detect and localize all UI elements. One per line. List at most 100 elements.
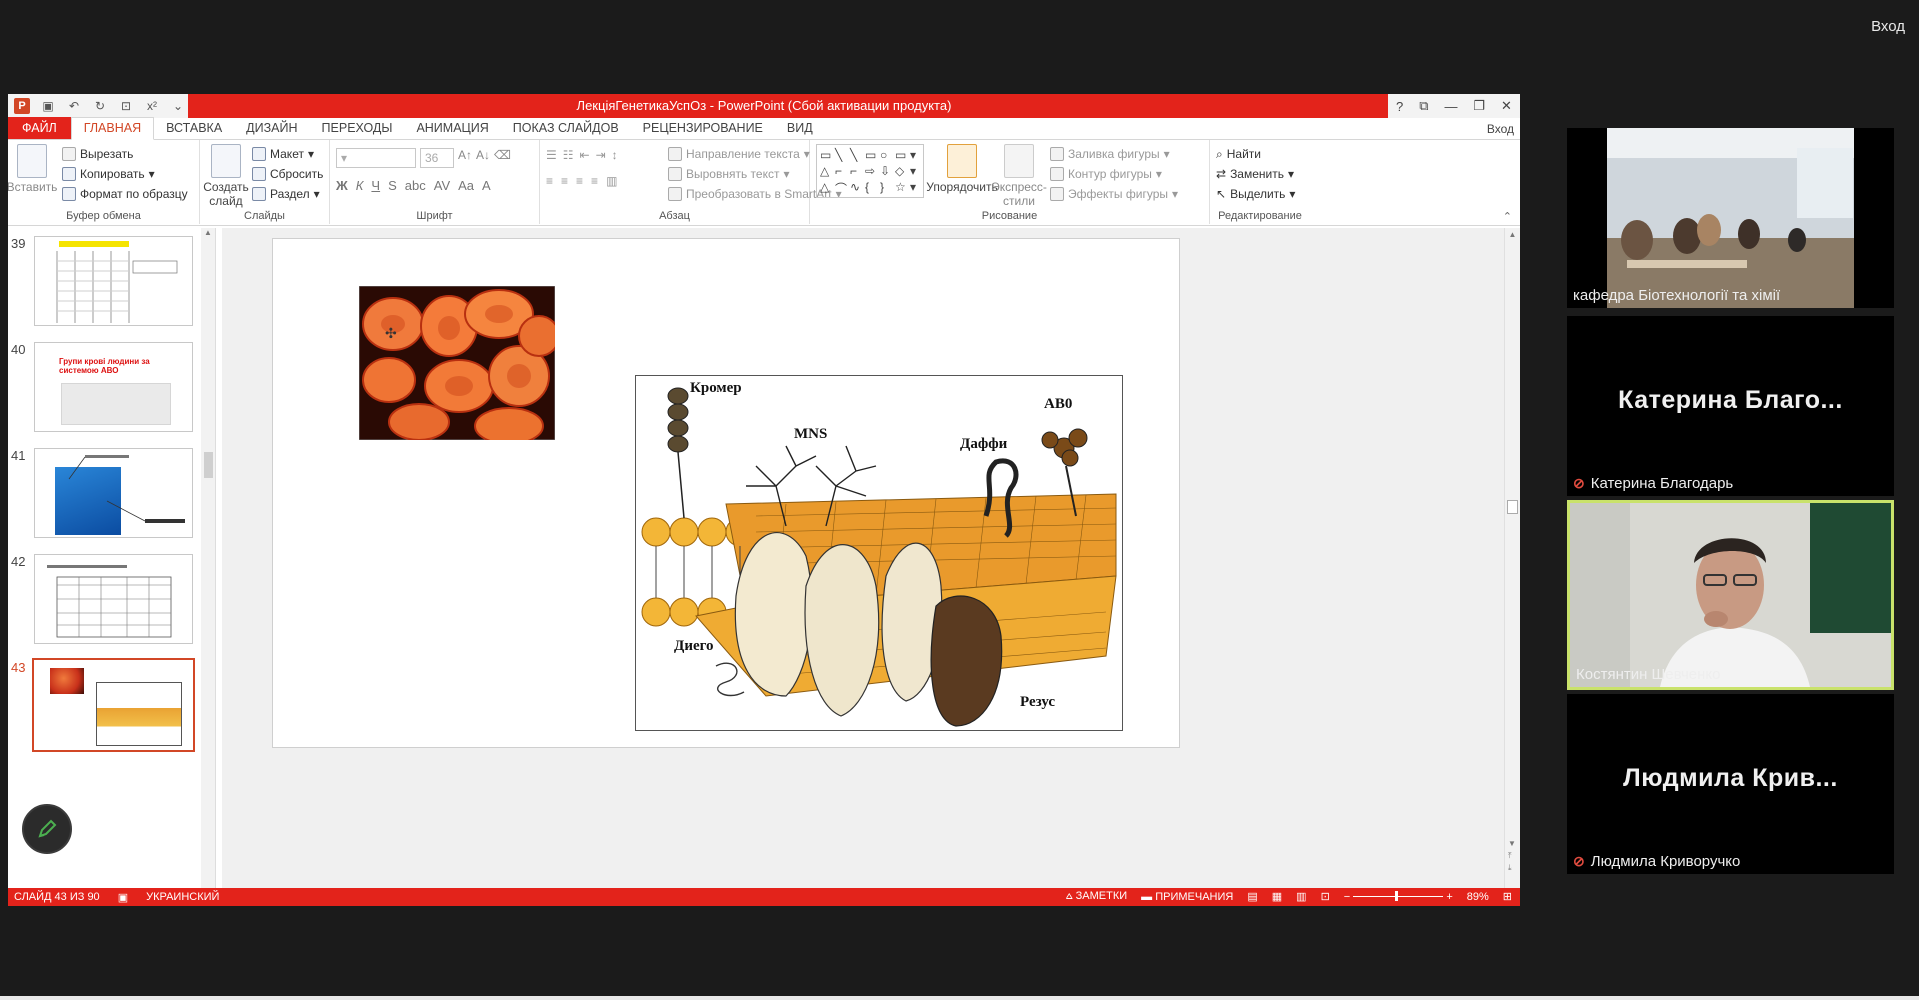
participant-tile-liudmyla[interactable]: Людмила Крив... ⊘ Людмила Криворучко (1567, 694, 1894, 874)
shadow-icon[interactable]: S (388, 178, 397, 193)
thumbnail-card[interactable] (34, 448, 193, 538)
thumbnail-card[interactable]: Групи крові людини за системою АВО (34, 342, 193, 432)
restore-button[interactable]: ❐ (1473, 98, 1485, 114)
fit-to-window-icon[interactable]: ⊞ (1503, 890, 1512, 903)
slide-sorter-icon[interactable]: ▦ (1272, 890, 1282, 903)
paste-button[interactable]: Вставить (8, 144, 57, 194)
thumbnail-card[interactable] (34, 554, 193, 644)
meeting-login-button[interactable]: Вход (1871, 18, 1905, 35)
replace-button[interactable]: ⇄ Заменить ▾ (1216, 164, 1304, 184)
font-name-box[interactable]: ▾ (336, 148, 416, 168)
thumbnail-card[interactable] (34, 236, 193, 326)
language-indicator[interactable]: УКРАИНСКИЙ (146, 891, 219, 903)
red-blood-cells-image[interactable]: ✣ (359, 286, 555, 440)
increase-indent-icon[interactable]: ⇥ (596, 148, 606, 162)
current-slide[interactable]: ✣ Кромер MNS АВ0 Даффи Диего Резус (272, 238, 1180, 748)
sign-in-link[interactable]: Вход (1487, 122, 1514, 136)
font-color-icon[interactable]: A (482, 178, 491, 193)
shrink-font-icon[interactable]: A↓ (476, 148, 490, 168)
redo-icon[interactable]: ↻ (92, 98, 108, 114)
start-presentation-icon[interactable]: ⊡ (118, 98, 134, 114)
tab-insert[interactable]: ВСТАВКА (154, 121, 234, 139)
slide-scrollbar[interactable]: ▲ ▼ ⤒ ⤓ (1504, 228, 1520, 888)
reset-button[interactable]: Сбросить (252, 164, 323, 184)
bullets-icon[interactable]: ☰ (546, 148, 557, 162)
spellcheck-icon[interactable]: ▣ (118, 891, 128, 904)
tab-animations[interactable]: АНИМАЦИЯ (404, 121, 500, 139)
close-button[interactable]: ✕ (1501, 98, 1512, 114)
tab-review[interactable]: РЕЦЕНЗИРОВАНИЕ (631, 121, 775, 139)
layout-button[interactable]: Макет ▾ (252, 144, 323, 164)
slideshow-view-icon[interactable]: ⊡ (1321, 890, 1330, 903)
strikethrough-icon[interactable]: abc (405, 178, 426, 193)
align-left-icon[interactable]: ≡ (546, 174, 553, 188)
tab-view[interactable]: ВИД (775, 121, 825, 139)
thumbnail-card-current[interactable] (32, 658, 195, 752)
thumbnail-42[interactable]: 42 (8, 554, 198, 664)
tab-transitions[interactable]: ПЕРЕХОДЫ (310, 121, 405, 139)
thumbnails-scrollbar[interactable]: ▲ (201, 228, 215, 888)
align-right-icon[interactable]: ≡ (576, 174, 583, 188)
thumbnail-43[interactable]: 43 (8, 658, 198, 770)
scrollbar-thumb[interactable] (1507, 500, 1518, 514)
reading-view-icon[interactable]: ▥ (1296, 890, 1306, 903)
italic-icon[interactable]: К (356, 178, 364, 193)
participant-tile-department[interactable]: кафедра Біотехнології та хімії (1567, 128, 1894, 308)
zoom-level[interactable]: 89% (1467, 891, 1489, 903)
section-button[interactable]: Раздел ▾ (252, 184, 323, 204)
clear-format-icon[interactable]: ⌫ (494, 148, 511, 168)
ribbon-display-options-button[interactable]: ⧉ (1419, 98, 1428, 114)
zoom-slider[interactable]: − + (1344, 891, 1453, 903)
case-icon[interactable]: Aa (458, 178, 474, 193)
collapse-ribbon-icon[interactable]: ⌃ (1503, 210, 1512, 223)
notes-button[interactable]: ⩟ ЗАМЕТКИ (1066, 890, 1127, 903)
membrane-diagram[interactable]: Кромер MNS АВ0 Даффи Диего Резус (635, 375, 1123, 731)
scrollbar-thumb[interactable] (204, 452, 213, 478)
scroll-up-icon[interactable]: ▲ (1505, 230, 1520, 239)
comments-button[interactable]: ▬ ПРИМЕЧАНИЯ (1141, 891, 1233, 903)
shapes-gallery[interactable]: ▭ ╲ ╲ ▭ ○ ▭ ▾ △ ⌐ ⌐ ⇨ ⇩ ◇ ▾ △ ⌒ ∿{} ☆ ▾ (816, 144, 924, 198)
tab-design[interactable]: ДИЗАЙН (234, 121, 309, 139)
tab-slide-show[interactable]: ПОКАЗ СЛАЙДОВ (501, 121, 631, 139)
powerpoint-logo-icon[interactable]: P (14, 98, 30, 114)
tab-file[interactable]: ФАЙЛ (8, 117, 71, 139)
find-button[interactable]: ⌕ Найти (1216, 144, 1304, 164)
line-spacing-icon[interactable]: ↕ (612, 148, 618, 162)
tab-home[interactable]: ГЛАВНАЯ (70, 117, 155, 140)
slide-counter[interactable]: СЛАЙД 43 ИЗ 90 (14, 891, 100, 903)
arrange-button[interactable]: Упорядочить (926, 144, 998, 194)
cut-button[interactable]: Вырезать (62, 144, 188, 164)
grow-font-icon[interactable]: A↑ (458, 148, 472, 168)
annotate-pen-button[interactable] (22, 804, 72, 854)
quick-styles-button[interactable]: Экспресс- стили (991, 144, 1047, 208)
shape-fill-button[interactable]: Заливка фигуры ▾ (1050, 144, 1178, 164)
spacing-icon[interactable]: AV (434, 178, 450, 193)
shape-outline-button[interactable]: Контур фигуры ▾ (1050, 164, 1178, 184)
font-size-box[interactable]: 36 (420, 148, 454, 168)
align-center-icon[interactable]: ≡ (561, 174, 568, 188)
scroll-down-icons[interactable]: ▼ ⤒ ⤓ (1508, 838, 1516, 874)
normal-view-icon[interactable]: ▤ (1247, 890, 1257, 903)
shape-effects-button[interactable]: Эффекты фигуры ▾ (1050, 184, 1178, 204)
underline-icon[interactable]: Ч (371, 178, 380, 193)
justify-icon[interactable]: ≡ (591, 174, 598, 188)
superscript-icon[interactable]: x² (144, 98, 160, 114)
participant-tile-kostiantyn[interactable]: Костянтин Шевченко (1567, 500, 1894, 690)
save-icon[interactable]: ▣ (40, 98, 56, 114)
thumbnail-40[interactable]: 40 Групи крові людини за системою АВО (8, 342, 198, 452)
new-slide-button[interactable]: Создать слайд (203, 144, 249, 208)
bold-icon[interactable]: Ж (336, 178, 348, 193)
help-button[interactable]: ? (1396, 99, 1403, 114)
undo-icon[interactable]: ↶ (66, 98, 82, 114)
copy-button[interactable]: Копировать ▾ (62, 164, 188, 184)
thumbnail-41[interactable]: 41 (8, 448, 198, 558)
minimize-button[interactable]: — (1444, 99, 1457, 114)
numbering-icon[interactable]: ☷ (563, 148, 574, 162)
format-painter-button[interactable]: Формат по образцу (62, 184, 188, 204)
customize-toolbar-icon[interactable]: ⌄ (170, 98, 186, 114)
scroll-up-icon[interactable]: ▲ (201, 228, 215, 237)
columns-icon[interactable]: ▥ (606, 174, 617, 188)
decrease-indent-icon[interactable]: ⇤ (580, 148, 590, 162)
thumbnail-39[interactable]: 39 (8, 236, 198, 346)
participant-tile-kateryna[interactable]: Катерина Благо... ⊘ Катерина Благодарь (1567, 316, 1894, 496)
